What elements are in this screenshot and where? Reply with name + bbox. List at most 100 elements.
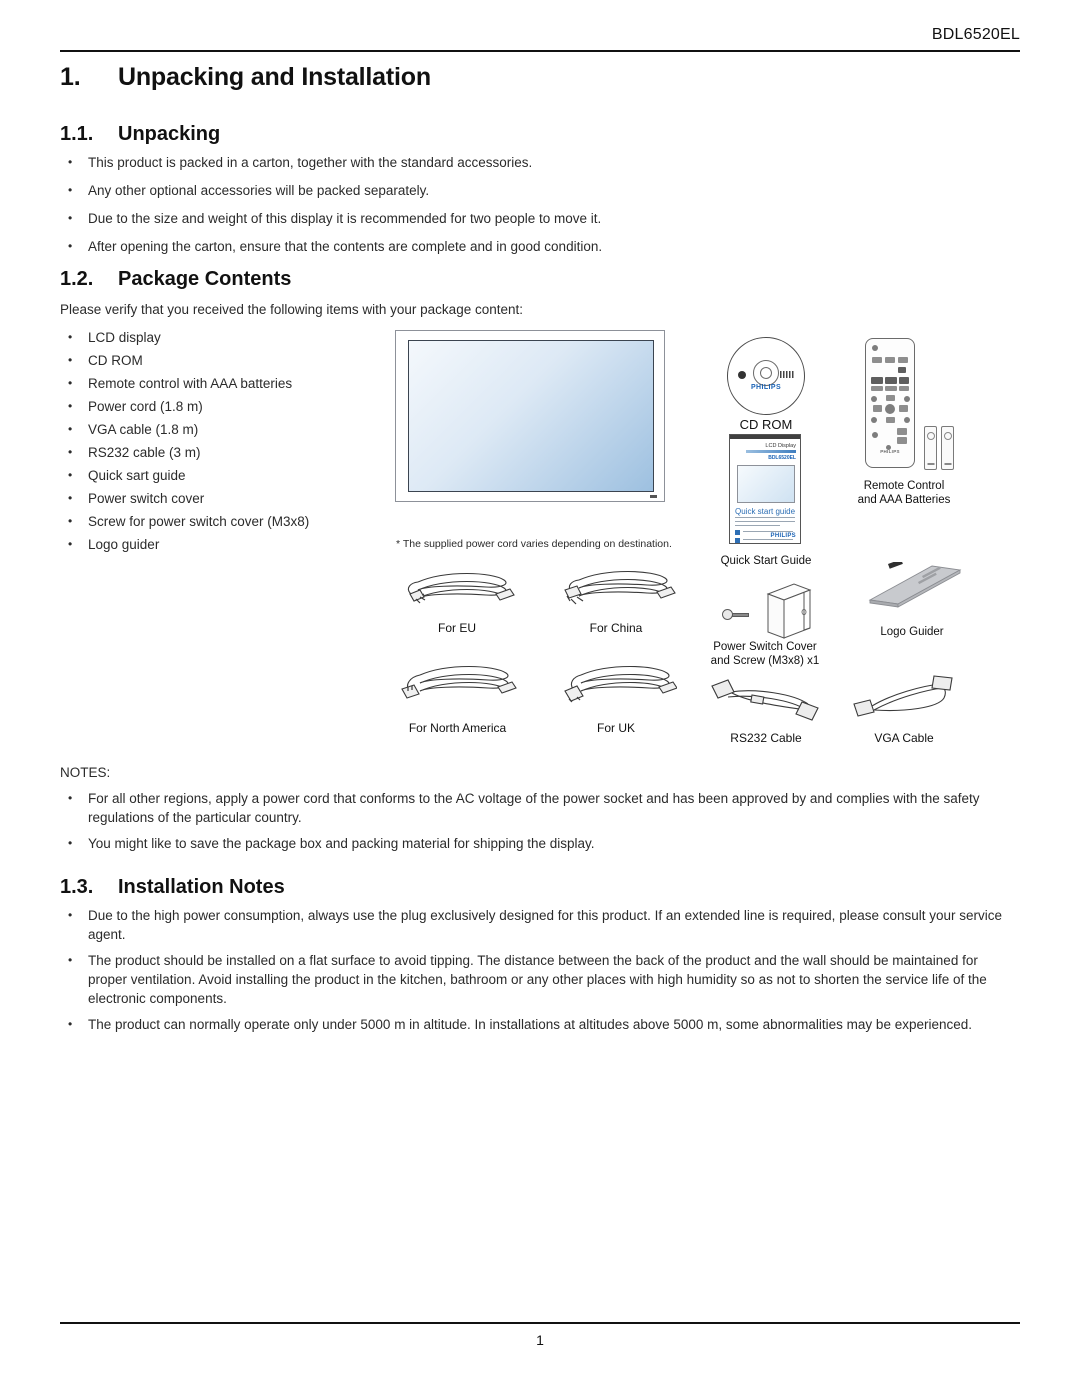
caption-remote-line1: Remote Control	[863, 480, 945, 492]
remote-left-button-icon	[873, 405, 882, 412]
remote-brand-label: PHILIPS	[880, 449, 900, 454]
booklet-spine	[730, 435, 800, 439]
document-page: BDL6520EL 1. Unpacking and Installation 1…	[0, 0, 1080, 1397]
caption-cord-north-america: For North America	[408, 721, 507, 735]
section-12-title: Package Contents	[118, 268, 292, 290]
list-item: CD ROM	[60, 351, 390, 370]
unpacking-bullet-list: This product is packed in a carton, toge…	[60, 153, 1000, 265]
section-1-title: Unpacking and Installation	[118, 63, 431, 91]
remote-button-icon	[871, 386, 883, 391]
remote-button-icon	[904, 417, 910, 423]
rs232-cable-icon	[711, 679, 819, 721]
lcd-display-illustration	[395, 330, 665, 502]
list-item: After opening the carton, ensure that th…	[60, 237, 1000, 256]
section-13-number: 1.3.	[60, 876, 94, 898]
vga-cable-icon	[853, 675, 953, 717]
list-item: For all other regions, apply a power cor…	[60, 789, 1010, 827]
remote-button-icon	[897, 437, 907, 444]
caption-cord-china: For China	[589, 621, 643, 635]
notes-label: NOTES:	[60, 765, 111, 780]
screw-shaft-icon	[732, 613, 749, 617]
page-header-model: BDL6520EL	[931, 26, 1020, 43]
booklet-body-lines	[735, 517, 795, 519]
list-item: This product is packed in a carton, toge…	[60, 153, 1000, 172]
caption-cord-eu: For EU	[437, 621, 476, 635]
power-cord-footnote: * The supplied power cord varies dependi…	[396, 538, 672, 550]
caption-cd-rom: CD ROM	[739, 417, 793, 432]
booklet-screen-image	[737, 465, 795, 503]
cd-label-mark-icon	[738, 370, 746, 379]
remote-down-button-icon	[886, 417, 895, 423]
section-1-heading: 1. Unpacking and Installation	[60, 63, 1020, 92]
package-contents-list: LCD display CD ROM Remote control with A…	[60, 328, 390, 558]
remote-power-button-icon	[872, 345, 878, 351]
cd-brand-label: PHILIPS	[750, 383, 782, 391]
remote-button-icon	[898, 367, 906, 373]
power-cord-eu-icon	[407, 572, 515, 604]
footer-rule	[60, 1322, 1020, 1324]
list-item: Remote control with AAA batteries	[60, 374, 390, 393]
installation-notes-list: Due to the high power consumption, alway…	[60, 906, 1020, 1041]
caption-vga-cable: VGA Cable	[874, 731, 934, 745]
remote-control-illustration: PHILIPS	[865, 338, 915, 468]
remote-button-icon	[885, 357, 895, 363]
caption-quick-start-guide: Quick Start Guide	[720, 555, 812, 567]
power-cord-china-icon	[564, 570, 676, 605]
list-item: You might like to save the package box a…	[60, 834, 1010, 853]
section-13-title: Installation Notes	[118, 876, 285, 898]
section-11-number: 1.1.	[60, 123, 94, 145]
list-item: Any other optional accessories will be p…	[60, 181, 1000, 200]
header-rule	[60, 50, 1020, 52]
list-item: Power cord (1.8 m)	[60, 397, 390, 416]
booklet-step-marker-icon	[735, 530, 740, 535]
booklet-heading-text: Quick start guide	[735, 507, 796, 516]
list-item: RS232 cable (3 m)	[60, 443, 390, 462]
cd-rom-icon: PHILIPS	[727, 337, 805, 415]
cd-center-hole	[760, 366, 772, 379]
lcd-screen	[408, 340, 654, 492]
remote-button-icon	[871, 396, 877, 402]
remote-ok-button-icon	[885, 404, 895, 414]
page-number: 1	[536, 1332, 544, 1348]
list-item: Quick sart guide	[60, 466, 390, 485]
booklet-title-text: LCD Display	[765, 443, 796, 449]
notes-list: For all other regions, apply a power cor…	[60, 789, 1010, 860]
caption-rs232-cable: RS232 Cable	[730, 731, 802, 745]
remote-button-icon	[904, 396, 910, 402]
caption-logo-guider: Logo Guider	[880, 626, 944, 638]
power-cord-uk-icon	[564, 665, 677, 703]
list-item: The product can normally operate only un…	[60, 1015, 1020, 1034]
booklet-subtitle-bar	[746, 450, 796, 453]
caption-power-switch-line2: and Screw (M3x8) x1	[710, 655, 820, 667]
remote-button-icon	[871, 377, 883, 384]
section-11-title: Unpacking	[118, 123, 221, 145]
booklet-model-text: BDL6520EL	[768, 455, 796, 461]
booklet-step-marker-icon	[735, 538, 740, 543]
remote-right-button-icon	[899, 405, 908, 412]
list-item: Logo guider	[60, 535, 390, 554]
caption-remote-control: Remote Control and AAA Batteries	[830, 479, 978, 507]
power-switch-cover-icon	[766, 583, 812, 639]
section-13-heading: 1.3. Installation Notes	[60, 876, 1020, 899]
list-item: LCD display	[60, 328, 390, 347]
list-item: VGA cable (1.8 m)	[60, 420, 390, 439]
remote-button-icon	[885, 377, 897, 384]
booklet-body-lines	[743, 539, 793, 541]
remote-up-button-icon	[886, 395, 895, 401]
list-item: Screw for power switch cover (M3x8)	[60, 512, 390, 531]
caption-cord-uk: For UK	[596, 721, 635, 735]
remote-button-icon	[871, 417, 877, 423]
remote-button-icon	[898, 357, 908, 363]
booklet-body-lines	[735, 521, 795, 523]
power-cord-north-america-icon	[401, 665, 517, 699]
list-item: The product should be installed on a fla…	[60, 951, 1020, 1008]
list-item: Due to the size and weight of this displ…	[60, 209, 1000, 228]
section-12-heading: 1.2. Package Contents	[60, 268, 1020, 291]
caption-power-switch-cover: Power Switch Cover and Screw (M3x8) x1	[690, 640, 840, 668]
package-contents-intro: Please verify that you received the foll…	[60, 302, 523, 317]
remote-button-icon	[872, 357, 882, 363]
remote-button-icon	[885, 386, 897, 391]
remote-button-icon	[872, 432, 878, 438]
remote-button-icon	[899, 386, 909, 391]
booklet-body-lines	[735, 525, 780, 527]
